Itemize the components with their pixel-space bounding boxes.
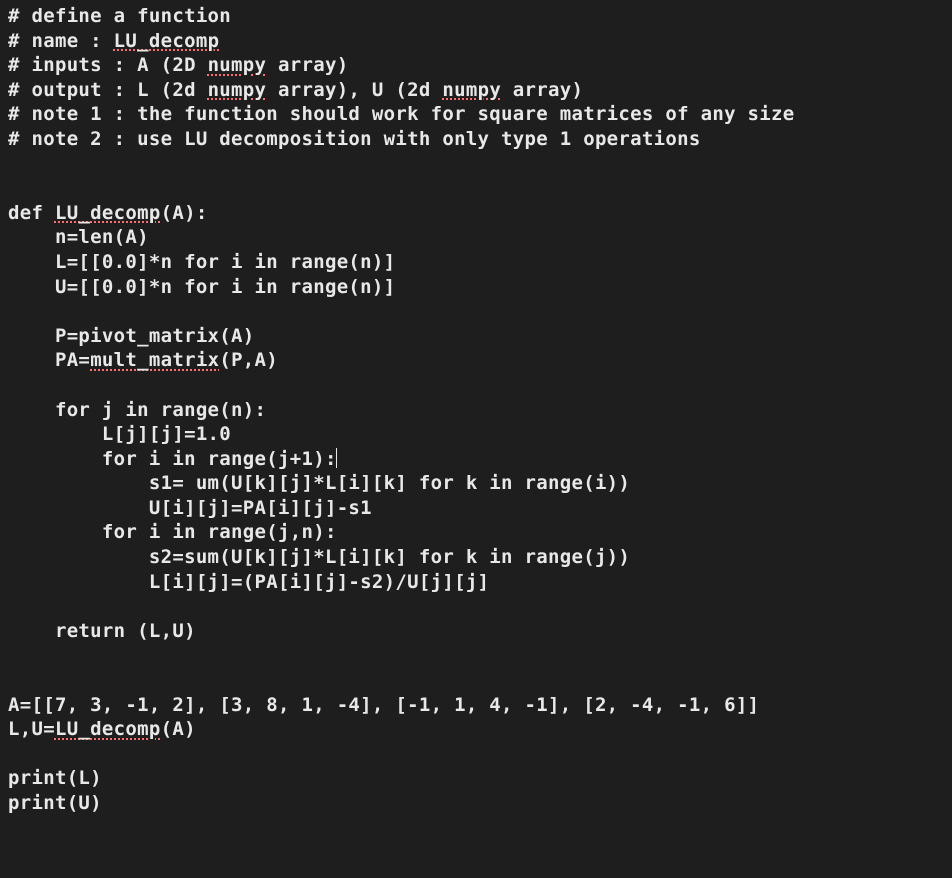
code-token: # note 1 : the function should work for … [8, 103, 795, 125]
spell-error-token: numpy [208, 79, 267, 101]
code-token: (A): [161, 202, 208, 224]
code-line[interactable]: U[i][j]=PA[i][j]-s1 [8, 497, 372, 519]
code-line[interactable]: L=[[0.0]*n for i in range(n)] [8, 251, 395, 273]
code-token: for i in range(j+1): [8, 448, 337, 470]
code-line[interactable]: L[i][j]=(PA[i][j]-s2)/U[j][j] [8, 571, 489, 593]
code-line[interactable]: s1= um(U[k][j]*L[i][k] for k in range(i)… [8, 472, 630, 494]
spell-error-token: numpy [208, 54, 267, 76]
code-line[interactable]: L,U=LU_decomp(A) [8, 718, 196, 740]
code-token: U=[[0.0]*n for i in range(n)] [8, 276, 395, 298]
code-line[interactable]: s2=sum(U[k][j]*L[i][k] for k in range(j)… [8, 546, 630, 568]
code-line[interactable]: n=len(A) [8, 226, 149, 248]
code-token: (P,A) [219, 349, 278, 371]
code-line[interactable]: for i in range(j,n): [8, 521, 337, 543]
code-token: s2=sum(U[k][j]*L[i][k] for k in range(j)… [8, 546, 630, 568]
code-line[interactable]: return (L,U) [8, 620, 196, 642]
code-token: (A) [161, 718, 196, 740]
code-line[interactable]: L[j][j]=1.0 [8, 423, 231, 445]
spell-error-token: mult_matrix [90, 349, 219, 371]
code-token: array), U (2d [266, 79, 442, 101]
code-line[interactable]: print(L) [8, 767, 102, 789]
code-token: # name : [8, 30, 114, 52]
code-token: print(U) [8, 792, 102, 814]
code-line[interactable]: # inputs : A (2D numpy array) [8, 54, 348, 76]
code-token: # output : L (2d [8, 79, 208, 101]
code-token: array) [266, 54, 348, 76]
code-token: n=len(A) [8, 226, 149, 248]
code-line[interactable]: PA=mult_matrix(P,A) [8, 349, 278, 371]
code-line[interactable]: print(U) [8, 792, 102, 814]
code-token: array) [501, 79, 583, 101]
code-line[interactable]: # note 2 : use LU decomposition with onl… [8, 128, 701, 150]
code-token: for j in range(n): [8, 399, 266, 421]
code-line[interactable]: # note 1 : the function should work for … [8, 103, 795, 125]
code-token: def [8, 202, 55, 224]
code-token: P=pivot_matrix(A) [8, 325, 255, 347]
code-line[interactable]: # define a function [8, 5, 231, 27]
code-token: s1= um(U[k][j]*L[i][k] for k in range(i)… [8, 472, 630, 494]
text-cursor [336, 448, 337, 468]
code-editor[interactable]: # define a function # name : LU_decomp #… [0, 0, 952, 820]
code-line[interactable]: for j in range(n): [8, 399, 266, 421]
spell-error-token: LU_decomp [55, 718, 161, 740]
code-token: PA= [8, 349, 90, 371]
code-token: # note 2 : use LU decomposition with onl… [8, 128, 701, 150]
code-line[interactable]: def LU_decomp(A): [8, 202, 208, 224]
code-token: # define a function [8, 5, 231, 27]
code-line[interactable]: for i in range(j+1): [8, 448, 337, 470]
code-line[interactable]: A=[[7, 3, -1, 2], [3, 8, 1, -4], [-1, 1,… [8, 694, 759, 716]
code-token: L,U= [8, 718, 55, 740]
code-line[interactable]: # output : L (2d numpy array), U (2d num… [8, 79, 583, 101]
code-line[interactable]: U=[[0.0]*n for i in range(n)] [8, 276, 395, 298]
spell-error-token: LU_decomp [55, 202, 161, 224]
spell-error-token: LU_decomp [114, 30, 220, 52]
code-token: for i in range(j,n): [8, 521, 337, 543]
code-token: L=[[0.0]*n for i in range(n)] [8, 251, 395, 273]
code-token: A=[[7, 3, -1, 2], [3, 8, 1, -4], [-1, 1,… [8, 694, 759, 716]
code-token: U[i][j]=PA[i][j]-s1 [8, 497, 372, 519]
spell-error-token: numpy [442, 79, 501, 101]
code-token: # inputs : A (2D [8, 54, 208, 76]
code-token: L[i][j]=(PA[i][j]-s2)/U[j][j] [8, 571, 489, 593]
code-token: L[j][j]=1.0 [8, 423, 231, 445]
code-token: return (L,U) [8, 620, 196, 642]
code-line[interactable]: # name : LU_decomp [8, 30, 219, 52]
code-line[interactable]: P=pivot_matrix(A) [8, 325, 255, 347]
code-token: print(L) [8, 767, 102, 789]
